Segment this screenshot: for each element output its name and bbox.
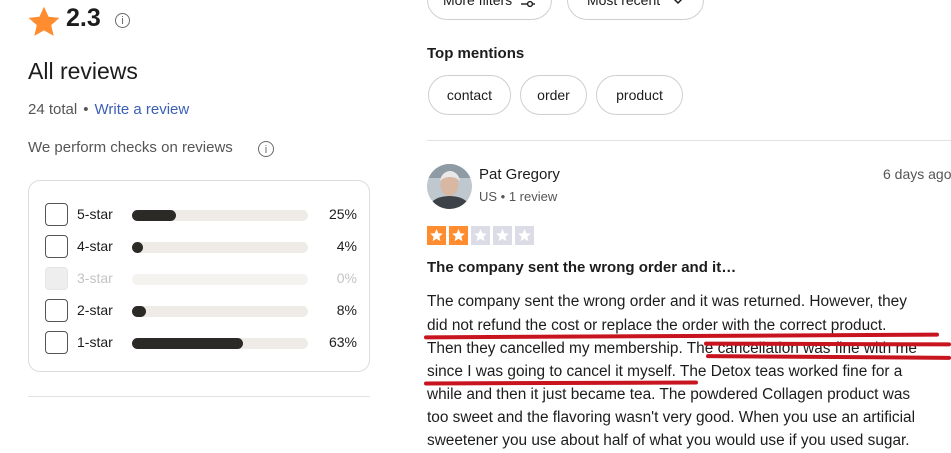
page-title: All reviews (28, 58, 138, 84)
info-icon[interactable]: i (115, 13, 130, 28)
review-total-line: 24 total • Write a review (28, 101, 189, 118)
rating-label: 1-star (77, 334, 113, 350)
rating-filter-4[interactable]: 4-star 4% (45, 235, 357, 259)
checkbox[interactable] (45, 235, 68, 258)
annotation-underline (423, 380, 699, 386)
rating-bar-track (132, 306, 308, 317)
review-text-line: The company sent the wrong order and it … (427, 293, 907, 310)
review-title[interactable]: The company sent the wrong order and it… (427, 259, 736, 276)
annotation-underline (705, 354, 951, 360)
avatar[interactable] (427, 164, 472, 209)
star-icon (471, 226, 490, 245)
rating-label: 5-star (77, 206, 113, 222)
sliders-icon (521, 1, 536, 8)
mention-chip-contact[interactable]: contact (428, 75, 511, 115)
star-icon (449, 226, 468, 245)
annotation-underline (703, 341, 951, 347)
rating-bar-fill (132, 306, 147, 317)
more-filters-label: More filters (442, 0, 513, 8)
chevron-down-icon (673, 0, 683, 5)
rating-filter-3: 3-star 0% (45, 267, 357, 291)
rating-bar-track (132, 210, 308, 221)
checks-text: We perform checks on reviews (28, 139, 233, 156)
checkbox[interactable] (45, 203, 68, 226)
separator-dot: • (83, 101, 89, 118)
rating-percent: 63% (328, 334, 357, 350)
rating-percent: 8% (336, 302, 357, 318)
review-text-line: while and then it just became tea. The p… (427, 386, 911, 403)
rating-percent: 25% (328, 206, 357, 222)
rating-percent: 0% (336, 270, 357, 286)
review-total: 24 total (28, 101, 78, 118)
rating-filter-2[interactable]: 2-star 8% (45, 299, 357, 323)
rating-bar-track (132, 242, 308, 253)
rating-filter-1[interactable]: 1-star 63% (45, 331, 357, 355)
review-text-line: since I was going to cancel it myself. T… (427, 363, 903, 380)
rating-percent: 4% (336, 238, 357, 254)
checkbox[interactable] (45, 299, 68, 322)
info-icon[interactable]: i (258, 141, 274, 157)
sort-label: Most recent (586, 0, 661, 8)
divider (28, 396, 370, 397)
checkbox[interactable] (45, 331, 68, 354)
rating-bar-fill (132, 210, 176, 221)
sort-dropdown[interactable]: Most recent (567, 0, 704, 20)
review-date: 6 days ago (883, 166, 951, 182)
rating-bar-track (132, 274, 308, 285)
rating-filter-5[interactable]: 5-star 25% (45, 203, 357, 227)
star-icon (515, 226, 534, 245)
rating-bar-fill (132, 242, 143, 253)
more-filters-button[interactable]: More filters (427, 0, 552, 20)
rating-label: 3-star (77, 270, 113, 286)
write-review-link[interactable]: Write a review (94, 101, 189, 118)
divider (427, 140, 951, 141)
top-mentions-title: Top mentions (427, 45, 525, 62)
rating-label: 2-star (77, 302, 113, 318)
reviewer-name[interactable]: Pat Gregory (479, 166, 560, 183)
review-text-line: too sweet and the flavoring wasn't very … (427, 409, 916, 426)
reviewer-meta: US • 1 review (479, 189, 558, 204)
mention-chip-order[interactable]: order (520, 75, 587, 115)
rating-value: 2.3 (66, 4, 101, 32)
rating-label: 4-star (77, 238, 113, 254)
rating-bar-track (132, 338, 308, 349)
rating-distribution: 5-star 25% 4-star 4% 3-star 0% 2-star 8%… (28, 180, 370, 372)
rating-bar-fill (132, 338, 243, 349)
mention-chip-product[interactable]: product (596, 75, 683, 115)
checkbox (45, 267, 68, 290)
star-icon (493, 226, 512, 245)
star-icon (28, 6, 60, 36)
star-icon (427, 226, 446, 245)
review-text-line: sweetener you use about half of what you… (427, 432, 910, 449)
